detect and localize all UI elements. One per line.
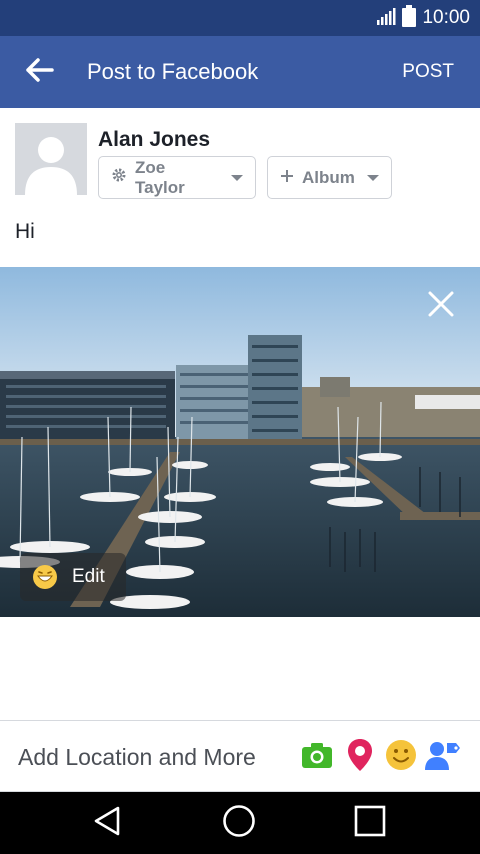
smiley-sticker-icon bbox=[32, 564, 58, 590]
close-icon bbox=[424, 287, 458, 321]
tag-person-icon bbox=[425, 739, 461, 776]
composer: Alan Jones Zoe Taylor Album Hi Edit bbox=[0, 108, 480, 720]
app-bar: Post to Facebook POST bbox=[0, 36, 480, 108]
edit-photo-button[interactable]: Edit bbox=[20, 553, 126, 601]
add-location-and-more-button[interactable]: Add Location and More bbox=[18, 721, 256, 793]
album-selector[interactable]: Album bbox=[267, 156, 392, 199]
status-time: 10:00 bbox=[422, 7, 470, 28]
default-avatar-icon bbox=[15, 123, 87, 195]
audience-selector[interactable]: Zoe Taylor bbox=[98, 156, 256, 199]
system-nav-bar bbox=[0, 792, 480, 854]
attached-photo[interactable]: Edit bbox=[0, 267, 480, 617]
page-title: Post to Facebook bbox=[87, 59, 259, 84]
photo-button[interactable] bbox=[300, 740, 334, 774]
audience-label: Zoe Taylor bbox=[135, 157, 185, 197]
smiley-icon bbox=[385, 739, 417, 776]
avatar[interactable] bbox=[15, 123, 87, 195]
back-arrow-icon bbox=[26, 57, 54, 87]
back-button[interactable] bbox=[16, 50, 64, 94]
status-bar: 10:00 bbox=[0, 0, 480, 36]
chevron-down-icon bbox=[366, 174, 379, 181]
post-button[interactable]: POST bbox=[392, 50, 464, 94]
location-pin-icon bbox=[347, 738, 373, 777]
gear-icon bbox=[111, 167, 127, 188]
battery-icon bbox=[402, 4, 417, 32]
nav-recents-button[interactable] bbox=[340, 800, 400, 846]
square-recents-icon bbox=[354, 805, 386, 842]
remove-photo-button[interactable] bbox=[424, 287, 458, 321]
tag-people-button[interactable] bbox=[425, 739, 461, 776]
post-text-input[interactable]: Hi bbox=[15, 220, 35, 244]
edit-label: Edit bbox=[72, 566, 105, 587]
chevron-down-icon bbox=[231, 174, 243, 181]
album-label: Album bbox=[302, 167, 355, 187]
nav-home-button[interactable] bbox=[209, 800, 269, 846]
signal-icon bbox=[376, 6, 396, 31]
status-icons: 10:00 bbox=[376, 0, 470, 36]
circle-home-icon bbox=[222, 804, 256, 843]
triangle-back-icon bbox=[92, 805, 124, 842]
camera-icon bbox=[301, 741, 333, 774]
nav-back-button[interactable] bbox=[78, 800, 138, 846]
feeling-button[interactable] bbox=[384, 739, 418, 776]
composer-toolbar: Add Location and More bbox=[0, 720, 480, 792]
location-button[interactable] bbox=[343, 738, 377, 777]
plus-icon bbox=[280, 168, 294, 188]
user-name: Alan Jones bbox=[98, 128, 211, 151]
